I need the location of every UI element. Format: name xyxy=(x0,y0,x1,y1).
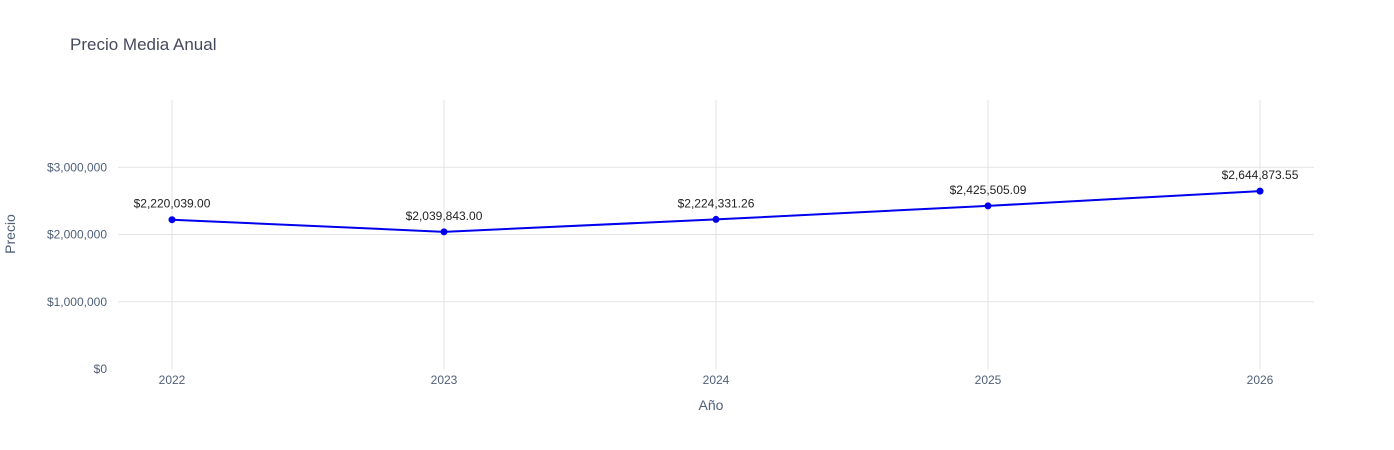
x-tick-label: 2025 xyxy=(975,373,1002,387)
x-tick-label: 2024 xyxy=(703,373,730,387)
data-label: $2,644,873.55 xyxy=(1222,168,1299,182)
data-point xyxy=(984,202,992,210)
data-point xyxy=(1256,187,1264,195)
line-chart: Precio Media Anual 2022 2023 2024 2025 2026 $… xyxy=(2,35,1314,413)
data-label: $2,039,843.00 xyxy=(406,209,483,223)
y-tick-label: $0 xyxy=(94,362,108,376)
data-point xyxy=(168,216,176,224)
grid-lines xyxy=(118,100,1314,369)
chart-title: Precio Media Anual xyxy=(70,35,216,54)
x-tick-label: 2023 xyxy=(431,373,458,387)
x-tick-label: 2026 xyxy=(1247,373,1274,387)
data-point xyxy=(440,228,448,236)
data-label: $2,425,505.09 xyxy=(950,183,1027,197)
y-axis-title: Precio xyxy=(2,214,18,254)
y-tick-label: $1,000,000 xyxy=(47,295,107,309)
axis-ticks: 2022 2023 2024 2025 2026 $0 $1,000,000 $2,000,0… xyxy=(47,160,1274,387)
y-tick-label: $2,000,000 xyxy=(47,228,107,242)
y-tick-label: $3,000,000 xyxy=(47,160,107,174)
data-label: $2,220,039.00 xyxy=(134,197,211,211)
chart-container: Precio Media Anual 2022 2023 2024 2025 2026 $… xyxy=(0,0,1394,450)
x-tick-label: 2022 xyxy=(159,373,186,387)
data-point xyxy=(712,215,720,223)
data-label: $2,224,331.26 xyxy=(678,196,755,210)
x-axis-title: Año xyxy=(699,397,724,413)
